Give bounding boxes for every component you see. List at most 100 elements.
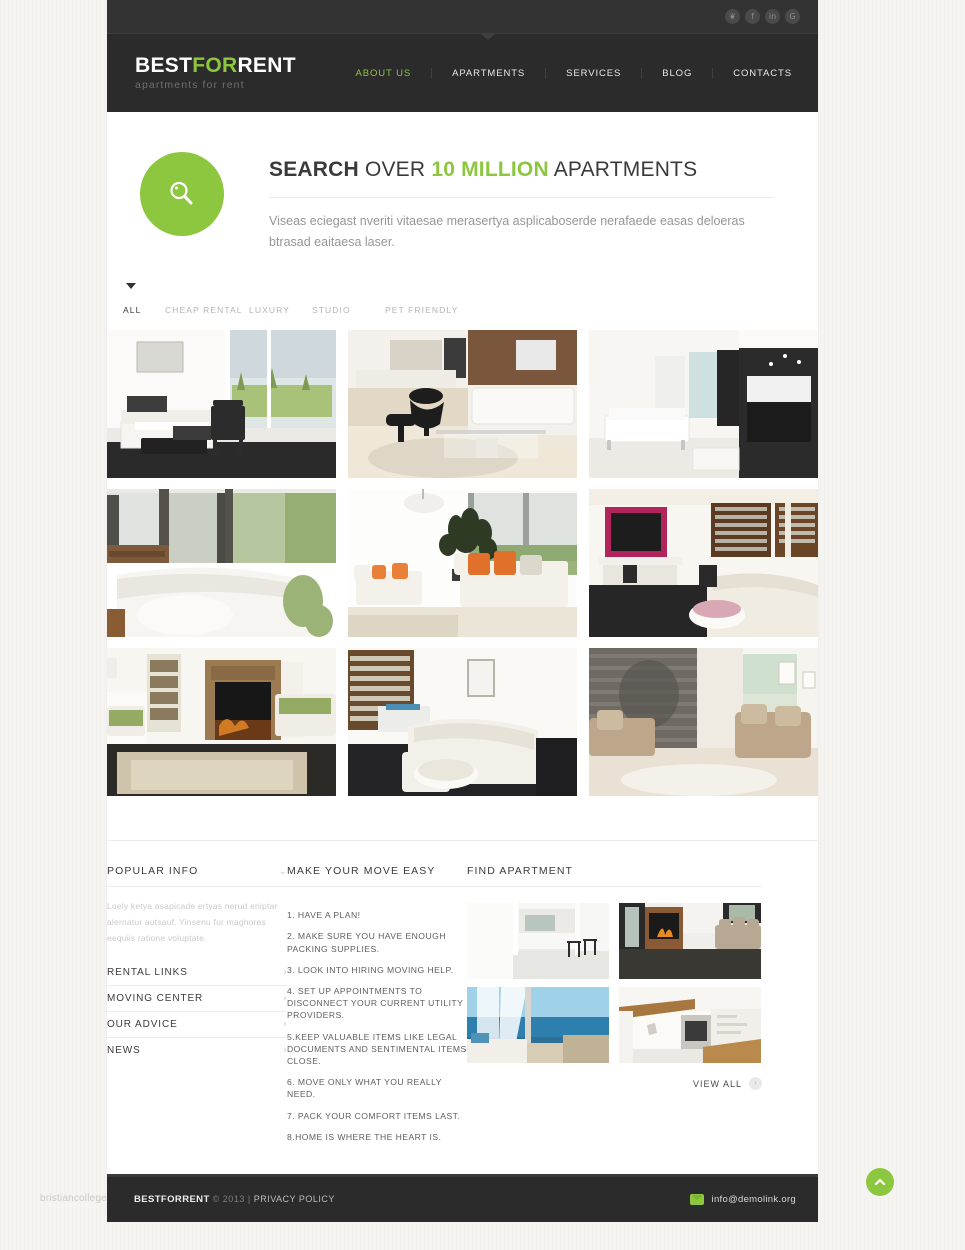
filter-tab-all[interactable]: ALL xyxy=(123,305,165,317)
list-item: 7. PACK YOUR COMFORT ITEMS LAST. xyxy=(287,1110,461,1121)
twitter-icon[interactable]: ❦ xyxy=(725,9,740,24)
hero-subtitle: Viseas eciegast nveriti vitaesae meraser… xyxy=(269,214,745,249)
gallery-item[interactable] xyxy=(348,489,577,638)
list-item: 1. HAVE A PLAN! xyxy=(287,910,361,921)
header-caret-icon xyxy=(481,34,495,40)
accordion-item-moving-center[interactable]: MOVING CENTER › xyxy=(107,986,287,1013)
hero-title-accent: 10 MILLION xyxy=(431,158,549,181)
hero-title: SEARCH OVER 10 MILLION APARTMENTS xyxy=(269,158,784,182)
nav-item-apartments[interactable]: APARTMENTS xyxy=(432,67,547,79)
move-easy-header: MAKE YOUR MOVE EASY xyxy=(287,865,467,888)
gallery-item[interactable] xyxy=(589,489,818,638)
copyright-separator: | xyxy=(247,1194,251,1205)
find-apartment-column: FIND APARTMENT VIEW ALL › xyxy=(467,865,762,1152)
footer-columns: POPULAR INFO ⌄ Loely ketya asapicade ert… xyxy=(107,841,818,1152)
hero-title-over: OVER xyxy=(364,158,426,181)
contact-email-block: info@demolink.org xyxy=(689,1194,796,1206)
site-logo[interactable]: BESTFORRENT apartments for rent xyxy=(135,55,296,91)
gallery-item[interactable] xyxy=(348,648,577,797)
list-item: 3. LOOK INTO HIRING MOVING HELP. xyxy=(287,964,454,975)
apartment-photo-3 xyxy=(589,330,818,479)
find-apartment-thumbs xyxy=(467,887,762,1064)
list-item: 6. MOVE ONLY WHAT YOU REALLY NEED. xyxy=(287,1077,442,1100)
find-apartment-header: FIND APARTMENT xyxy=(467,865,762,888)
thumb-item[interactable] xyxy=(619,987,761,1064)
filter-tab-cheap-rental[interactable]: CHEAP RENTAL xyxy=(165,305,249,317)
hero-text-block: SEARCH OVER 10 MILLION APARTMENTS Viseas… xyxy=(269,152,784,252)
move-easy-list: 1. HAVE A PLAN! 2. MAKE SURE YOU HAVE EN… xyxy=(287,887,467,1143)
gallery-filter-tabs: ALL CHEAP RENTAL LUXURY STUDIO PET FRIEN… xyxy=(123,283,818,317)
logo-tagline: apartments for rent xyxy=(135,79,245,92)
thumb-photo-4 xyxy=(619,987,761,1064)
social-links: ❦ f in G xyxy=(725,9,800,24)
list-item: 5.KEEP VALUABLE ITEMS LIKE LEGAL DOCUMEN… xyxy=(287,1031,467,1067)
copyright-year: © 2013 xyxy=(212,1194,245,1205)
nav-item-contacts[interactable]: CONTACTS xyxy=(713,68,796,79)
search-badge-button[interactable] xyxy=(140,152,224,236)
filter-tab-luxury[interactable]: LUXURY xyxy=(249,305,312,317)
gallery-item[interactable] xyxy=(589,648,818,797)
active-filter-caret-icon xyxy=(126,283,136,290)
popular-info-column: POPULAR INFO ⌄ Loely ketya asapicade ert… xyxy=(107,865,287,1152)
thumb-item[interactable] xyxy=(619,903,761,980)
apartment-photo-4 xyxy=(107,489,336,638)
chevron-up-icon xyxy=(874,1178,886,1186)
logo-part-for: FOR xyxy=(192,54,238,78)
top-bar: ❦ f in G xyxy=(107,0,818,34)
accordion-label: MOVING CENTER xyxy=(107,993,204,1005)
linkedin-icon[interactable]: in xyxy=(765,9,780,24)
apartment-photo-8 xyxy=(348,648,577,797)
chevron-down-icon[interactable]: ⌄ xyxy=(279,866,287,877)
search-icon xyxy=(170,181,193,205)
email-link[interactable]: info@demolink.org xyxy=(712,1194,796,1205)
apartment-photo-7 xyxy=(107,648,336,797)
hero-divider xyxy=(269,197,774,198)
footer-brand: BESTFORRENT xyxy=(134,1194,210,1206)
filter-tab-studio[interactable]: STUDIO xyxy=(312,305,385,317)
accordion-label: OUR ADVICE xyxy=(107,1019,178,1031)
gallery-item[interactable] xyxy=(107,489,336,638)
apartment-gallery xyxy=(107,330,818,797)
accordion-item-rental-links[interactable]: RENTAL LINKS › xyxy=(107,960,287,987)
gallery-item[interactable] xyxy=(589,330,818,479)
apartment-photo-1 xyxy=(107,330,336,479)
gallery-item[interactable] xyxy=(348,330,577,479)
privacy-policy-link[interactable]: PRIVACY POLICY xyxy=(254,1194,335,1204)
logo-part-best: BEST xyxy=(135,54,193,78)
thumb-item[interactable] xyxy=(467,903,609,980)
thumb-photo-1 xyxy=(467,903,609,980)
view-all-button[interactable]: VIEW ALL › xyxy=(467,1063,762,1091)
nav-item-about-us[interactable]: ABOUT US xyxy=(336,67,433,79)
popular-info-header: POPULAR INFO ⌄ xyxy=(107,865,287,888)
filter-tab-pet-friendly[interactable]: PET FRIENDLY xyxy=(385,305,458,317)
accordion-item-news[interactable]: NEWS › xyxy=(107,1038,287,1063)
apartment-photo-6 xyxy=(589,489,818,638)
gallery-item[interactable] xyxy=(107,648,336,797)
facebook-icon[interactable]: f xyxy=(745,9,760,24)
accordion-label: RENTAL LINKS xyxy=(107,967,188,979)
header-main: BESTFORRENT apartments for rent ABOUT US… xyxy=(107,34,818,112)
hero-section: SEARCH OVER 10 MILLION APARTMENTS Viseas… xyxy=(107,112,818,252)
nav-item-blog[interactable]: BLOG xyxy=(642,67,714,79)
copyright-text: BESTFORRENT © 2013 | PRIVACY POLICY xyxy=(134,1194,335,1205)
find-apartment-title: FIND APARTMENT xyxy=(467,865,574,878)
gallery-item[interactable] xyxy=(107,330,336,479)
main-navigation: ABOUT US APARTMENTS SERVICES BLOG CONTAC… xyxy=(336,67,796,79)
apartment-photo-9 xyxy=(589,648,818,797)
list-item: 4. SET UP APPOINTMENTS TO DISCONNECT YOU… xyxy=(287,986,464,1021)
apartment-photo-5 xyxy=(348,489,577,638)
nav-item-services[interactable]: SERVICES xyxy=(546,67,643,79)
logo-text: BESTFORRENT xyxy=(135,55,296,76)
accordion-label: NEWS xyxy=(107,1045,141,1057)
apartment-photo-2 xyxy=(348,330,577,479)
site-header: ❦ f in G BESTFORRENT apartments for rent… xyxy=(107,0,818,112)
hero-title-apartments: APARTMENTS xyxy=(553,158,698,181)
thumb-item[interactable] xyxy=(467,987,609,1064)
accordion-item-our-advice[interactable]: OUR ADVICE › xyxy=(107,1012,287,1039)
move-easy-title: MAKE YOUR MOVE EASY xyxy=(287,865,436,878)
googleplus-icon[interactable]: G xyxy=(785,9,800,24)
list-item: 8.HOME IS WHERE THE HEART IS. xyxy=(287,1131,442,1142)
page-wrapper: ❦ f in G BESTFORRENT apartments for rent… xyxy=(107,0,818,1223)
thumb-photo-2 xyxy=(619,903,761,980)
scroll-to-top-button[interactable] xyxy=(866,1168,894,1196)
